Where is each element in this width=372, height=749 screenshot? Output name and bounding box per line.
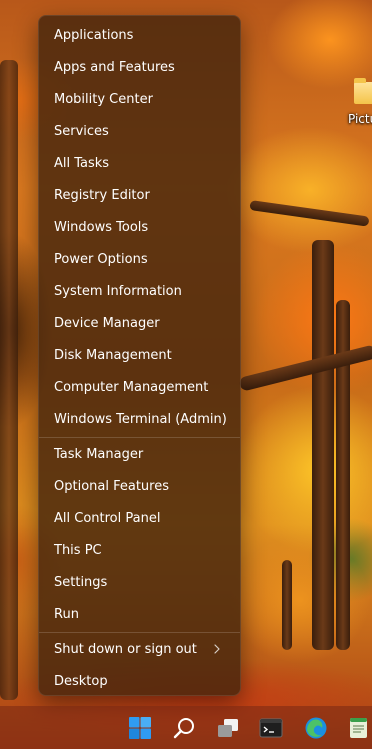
tree-trunk: [0, 60, 18, 700]
menu-item-task-manager[interactable]: Task Manager: [44, 439, 235, 469]
desktop-icon-label: Pictu: [348, 112, 372, 126]
menu-item-shut-down-or-sign-out[interactable]: Shut down or sign out: [44, 634, 235, 664]
menu-item-power-options[interactable]: Power Options: [44, 244, 235, 274]
menu-item-mobility-center[interactable]: Mobility Center: [44, 84, 235, 114]
folder-icon: [354, 78, 372, 104]
menu-item-registry-editor[interactable]: Registry Editor: [44, 180, 235, 210]
task-view-icon[interactable]: [216, 716, 240, 740]
menu-item-windows-tools[interactable]: Windows Tools: [44, 212, 235, 242]
quick-link-menu: Applications Apps and Features Mobility …: [38, 15, 241, 696]
menu-item-all-control-panel[interactable]: All Control Panel: [44, 503, 235, 533]
menu-separator: [39, 437, 240, 438]
chevron-right-icon: [214, 644, 220, 654]
menu-item-applications[interactable]: Applications: [44, 20, 235, 50]
taskbar: [0, 706, 372, 749]
menu-item-label: Shut down or sign out: [54, 641, 197, 657]
menu-item-device-manager[interactable]: Device Manager: [44, 308, 235, 338]
menu-item-all-tasks[interactable]: All Tasks: [44, 148, 235, 178]
menu-item-disk-management[interactable]: Disk Management: [44, 340, 235, 370]
menu-item-apps-and-features[interactable]: Apps and Features: [44, 52, 235, 82]
tree-trunk: [282, 560, 292, 650]
menu-item-run[interactable]: Run: [44, 599, 235, 629]
menu-item-windows-terminal-admin[interactable]: Windows Terminal (Admin): [44, 404, 235, 434]
menu-item-computer-management[interactable]: Computer Management: [44, 372, 235, 402]
menu-item-services[interactable]: Services: [44, 116, 235, 146]
menu-item-optional-features[interactable]: Optional Features: [44, 471, 235, 501]
desktop-folder-icon[interactable]: Pictu: [344, 78, 372, 132]
tree-trunk: [312, 240, 334, 650]
terminal-icon[interactable]: [259, 716, 283, 740]
menu-item-this-pc[interactable]: This PC: [44, 535, 235, 565]
notepad-icon[interactable]: [347, 716, 371, 740]
menu-item-desktop[interactable]: Desktop: [44, 666, 235, 696]
menu-separator: [39, 632, 240, 633]
edge-icon[interactable]: [304, 716, 328, 740]
start-icon[interactable]: [128, 716, 152, 740]
menu-item-system-information[interactable]: System Information: [44, 276, 235, 306]
menu-item-settings[interactable]: Settings: [44, 567, 235, 597]
search-icon[interactable]: [172, 716, 196, 740]
